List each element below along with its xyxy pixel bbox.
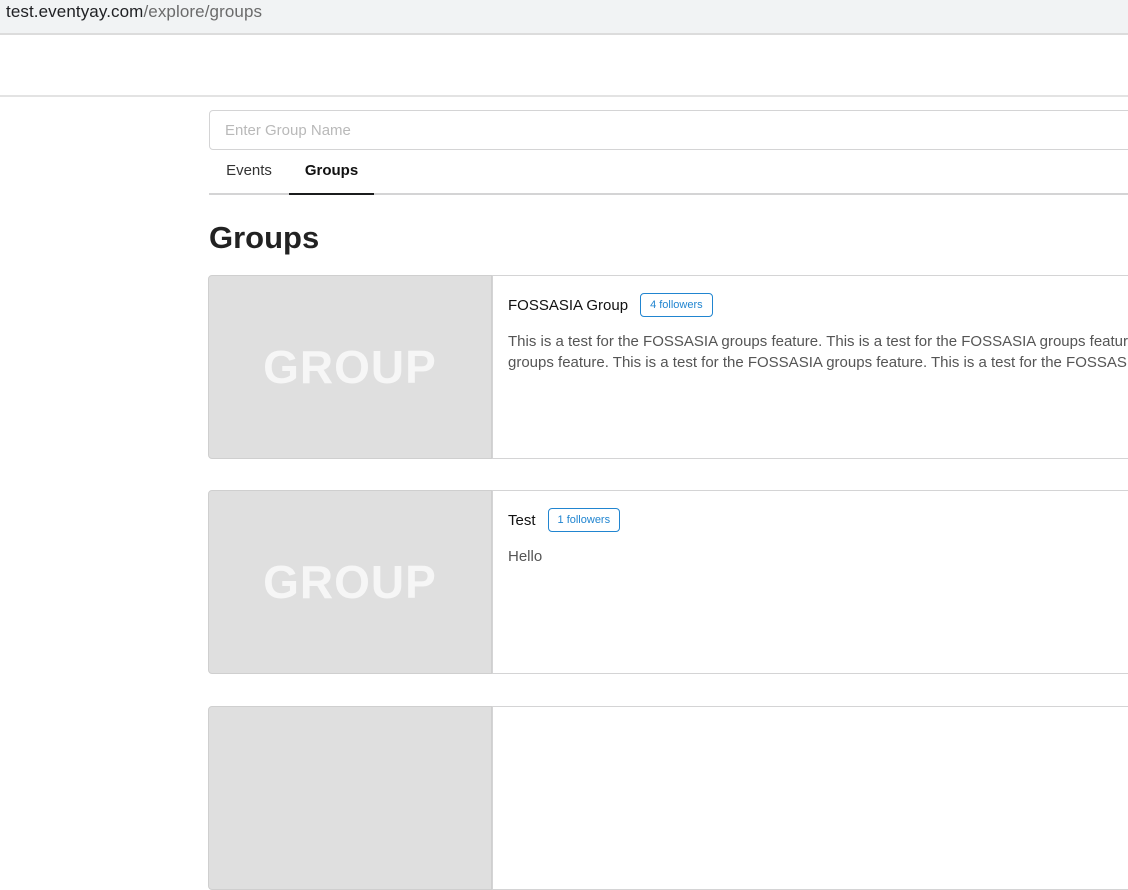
browser-address-bar[interactable]: test.eventyay.com/explore/groups [0, 0, 1128, 35]
group-card-body [492, 706, 1128, 890]
group-name-link[interactable]: FOSSASIA Group [508, 297, 628, 314]
group-image-placeholder[interactable]: GROUP [208, 275, 492, 459]
tab-groups[interactable]: Groups [289, 152, 374, 195]
page-title: Groups [209, 220, 320, 255]
url-host: test.eventyay.com [6, 2, 144, 21]
followers-badge[interactable]: 1 followers [547, 508, 621, 532]
group-description: This is a test for the FOSSASIA groups f… [508, 331, 1128, 373]
url-text[interactable]: test.eventyay.com/explore/groups [6, 2, 262, 22]
group-image-placeholder[interactable]: GROUP [208, 490, 492, 674]
group-name-link[interactable]: Test [508, 512, 536, 529]
group-search-input[interactable] [209, 110, 1128, 150]
group-image-label: GROUP [263, 556, 437, 608]
group-card[interactable]: GROUP Test 1 followers Hello [208, 490, 1128, 674]
tab-events[interactable]: Events [209, 152, 289, 193]
group-image-placeholder[interactable] [208, 706, 492, 890]
group-description: Hello [508, 546, 1128, 567]
group-title-row: FOSSASIA Group 4 followers [508, 292, 713, 318]
explore-tabs: Events Groups [209, 152, 1128, 195]
group-card[interactable]: GROUP FOSSASIA Group 4 followers This is… [208, 275, 1128, 459]
group-card-body: FOSSASIA Group 4 followers This is a tes… [492, 275, 1128, 459]
group-image-label: GROUP [263, 341, 437, 393]
site-header [0, 35, 1128, 97]
group-card[interactable] [208, 706, 1128, 890]
followers-badge[interactable]: 4 followers [640, 293, 713, 317]
group-description-line: Hello [508, 548, 543, 565]
group-description-line: This is a test for the FOSSASIA groups f… [508, 333, 1128, 350]
group-card-body: Test 1 followers Hello [492, 490, 1128, 674]
url-path: /explore/groups [143, 2, 263, 21]
group-description-line: groups feature. This is a test for the F… [508, 354, 1128, 371]
group-title-row: Test 1 followers [508, 507, 621, 533]
